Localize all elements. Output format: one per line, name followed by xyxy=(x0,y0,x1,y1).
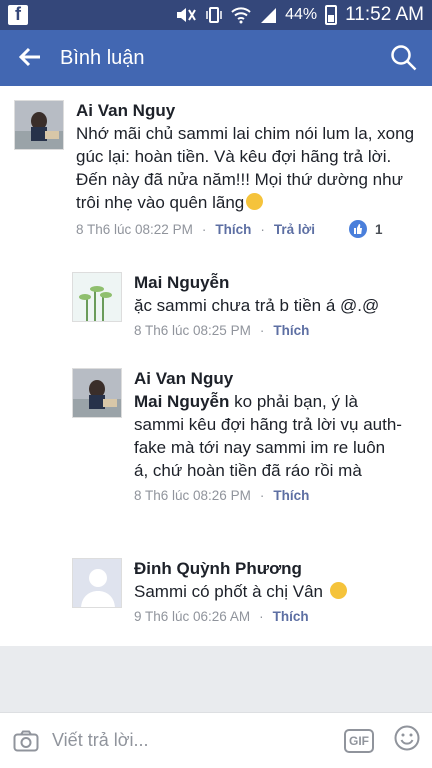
avatar[interactable] xyxy=(14,100,64,150)
like-button[interactable]: Thích xyxy=(273,609,309,624)
reply-button[interactable]: Trả lời xyxy=(274,222,315,237)
comment-author[interactable]: Mai Nguyễn xyxy=(134,272,418,294)
comment-time: 8 Th6 lúc 08:22 PM xyxy=(76,221,193,237)
like-count: 1 xyxy=(374,221,383,237)
vibrate-icon xyxy=(206,7,222,23)
comment-author[interactable]: Đinh Quỳnh Phương xyxy=(134,558,418,580)
comment-meta: 9 Th6 lúc 06:26 AM · Thích xyxy=(134,609,309,624)
wifi-icon xyxy=(231,7,251,24)
search-icon xyxy=(391,45,417,71)
reply-comment: Mai Nguyễn ặc sammi chưa trả b tiền á @.… xyxy=(72,272,418,338)
reply-comment: Đinh Quỳnh Phương Sammi có phốt à chị Vâ… xyxy=(72,558,418,624)
app-bar: Bình luận xyxy=(0,30,432,86)
smiley-icon xyxy=(394,725,420,751)
comment-author[interactable]: Ai Van Nguy xyxy=(134,368,404,390)
like-button[interactable]: Thích xyxy=(273,488,309,503)
comment-text: Mai Nguyễn ko phải bạn, ý là sammi kêu đ… xyxy=(134,392,402,480)
avatar[interactable] xyxy=(72,272,122,322)
like-button[interactable]: Thích xyxy=(273,323,309,338)
comments-list: Ai Van Nguy Nhớ mãi chủ sammi lai chim n… xyxy=(0,86,432,646)
reply-comment: Ai Van Nguy Mai Nguyễn ko phải bạn, ý là… xyxy=(72,368,418,503)
reply-input[interactable]: Viết trả lời... xyxy=(52,730,344,751)
comment-text: Sammi có phốt à chị Vân xyxy=(134,580,418,603)
comment-meta: 8 Th6 lúc 08:26 PM · Thích xyxy=(134,488,310,503)
comment-author[interactable]: Ai Van Nguy xyxy=(76,100,416,122)
avatar[interactable] xyxy=(72,558,122,608)
reply-composer: Viết trả lời... GIF xyxy=(0,712,432,768)
camera-button[interactable] xyxy=(0,730,52,752)
battery-percent: 44% xyxy=(285,6,318,23)
comment-meta: 8 Th6 lúc 08:22 PM · Thích · Trả lời 1 xyxy=(76,220,383,238)
comment-text: ặc sammi chưa trả b tiền á @.@ xyxy=(134,296,380,315)
clock: 11:52 AM xyxy=(345,4,424,25)
avatar[interactable] xyxy=(72,368,122,418)
camera-icon xyxy=(13,730,39,751)
comment: Ai Van Nguy Nhớ mãi chủ sammi lai chim n… xyxy=(14,100,418,238)
thumbs-up-icon xyxy=(348,220,367,238)
sad-emoji-icon xyxy=(329,582,347,599)
back-button[interactable] xyxy=(0,42,60,74)
like-button[interactable]: Thích xyxy=(215,222,251,237)
comment-meta: 8 Th6 lúc 08:25 PM · Thích xyxy=(134,323,310,338)
mute-icon xyxy=(177,8,196,22)
empty-area xyxy=(0,646,432,712)
like-count-badge[interactable]: 1 xyxy=(348,220,383,238)
comment-time: 8 Th6 lúc 08:26 PM xyxy=(134,488,251,503)
facebook-notification-icon: f xyxy=(8,4,28,25)
arrow-left-icon xyxy=(18,47,40,67)
page-title: Bình luận xyxy=(60,46,145,69)
mention-link[interactable]: Mai Nguyễn xyxy=(134,392,229,411)
gif-button[interactable]: GIF xyxy=(344,728,374,753)
sticker-button[interactable] xyxy=(394,725,420,756)
status-bar: f 44% 11:52 AM xyxy=(0,0,432,30)
battery-icon xyxy=(325,5,338,25)
crying-emoji-icon xyxy=(246,193,264,210)
comment-time: 9 Th6 lúc 06:26 AM xyxy=(134,609,251,624)
comment-text: Nhớ mãi chủ sammi lai chim nói lum la, x… xyxy=(76,124,415,212)
signal-icon xyxy=(261,8,277,23)
status-icons: 44% 11:52 AM xyxy=(175,4,424,26)
comment-time: 8 Th6 lúc 08:25 PM xyxy=(134,323,251,338)
search-button[interactable] xyxy=(376,44,432,72)
